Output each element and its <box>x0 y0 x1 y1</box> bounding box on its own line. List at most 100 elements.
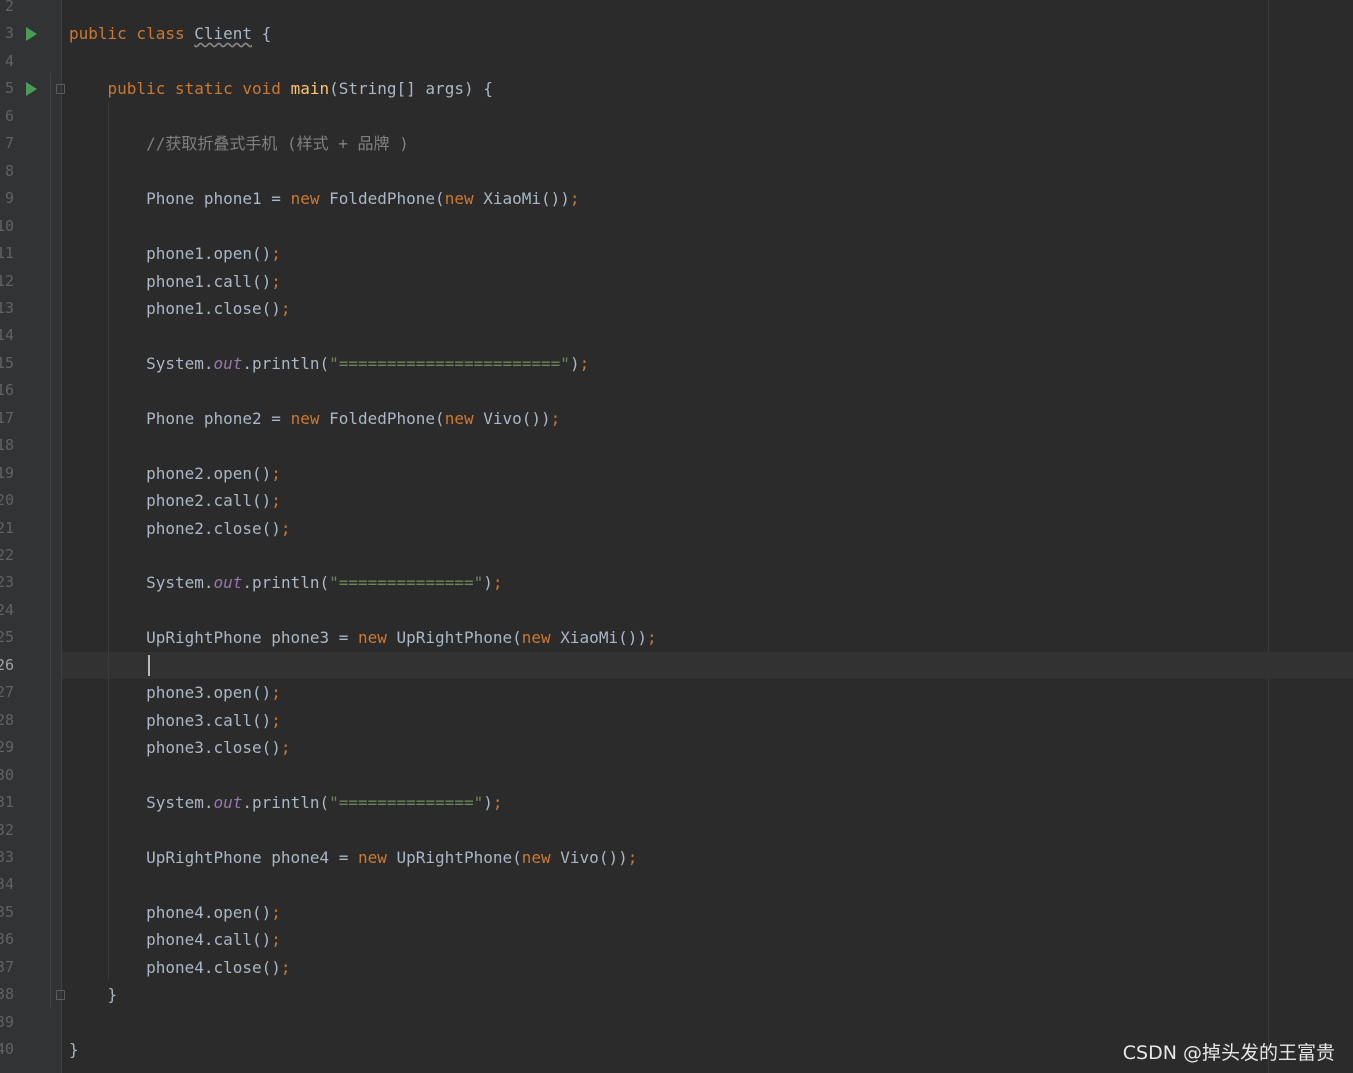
code-line[interactable]: 16 <box>0 377 1353 404</box>
code-line[interactable]: 5 public static void main(String[] args)… <box>0 75 1353 102</box>
code-text: phone2.call(); <box>69 487 281 514</box>
watermark: CSDN @掉头发的王富贵 <box>1122 1042 1335 1064</box>
code-token: UpRightPhone phone4 = <box>69 848 358 867</box>
code-token: phone2.open() <box>69 464 272 483</box>
fold-icon[interactable] <box>56 84 65 94</box>
code-line[interactable]: 37 phone4.close(); <box>0 954 1353 981</box>
code-line[interactable]: 6 <box>0 103 1353 130</box>
code-text: phone4.call(); <box>69 926 281 953</box>
code-line[interactable]: 24 <box>0 597 1353 624</box>
line-number: 7 <box>4 134 14 152</box>
code-line[interactable]: 28 phone3.call(); <box>0 707 1353 734</box>
code-token: } <box>69 985 118 1004</box>
code-line[interactable]: 30 <box>0 762 1353 789</box>
code-line[interactable]: 38 } <box>0 981 1353 1008</box>
code-line[interactable]: 19 phone2.open(); <box>0 460 1353 487</box>
line-number: 25 <box>0 628 15 646</box>
line-number: 8 <box>4 162 14 180</box>
code-token: ; <box>271 272 281 291</box>
code-token: ; <box>280 738 291 757</box>
code-line[interactable]: 22 <box>0 542 1353 569</box>
code-line[interactable]: 26 <box>0 652 1353 679</box>
code-text: System.out.println("=============="); <box>69 789 503 816</box>
code-line[interactable]: 31 System.out.println("=============="); <box>0 789 1353 816</box>
code-token: ; <box>550 409 561 428</box>
code-line[interactable]: 35 phone4.open(); <box>0 899 1353 926</box>
code-token: Phone phone1 = <box>69 189 291 208</box>
code-token: ; <box>280 958 291 977</box>
line-number: 30 <box>0 766 15 784</box>
code-line[interactable]: 13 phone1.close(); <box>0 295 1353 322</box>
line-number: 9 <box>4 189 14 207</box>
line-number: 3 <box>4 24 14 42</box>
code-line[interactable]: 21 phone2.close(); <box>0 515 1353 542</box>
line-number: 16 <box>0 381 15 399</box>
code-line[interactable]: 32 <box>0 817 1353 844</box>
code-line[interactable]: 14 <box>0 322 1353 349</box>
fold-icon[interactable] <box>56 990 65 1000</box>
code-line[interactable]: 20 phone2.call(); <box>0 487 1353 514</box>
code-token: phone4.open() <box>69 903 272 922</box>
code-token: phone3.call() <box>69 711 272 730</box>
line-number: 32 <box>0 821 15 839</box>
line-number: 20 <box>0 491 15 509</box>
code-line[interactable]: 36 phone4.call(); <box>0 926 1353 953</box>
line-number: 13 <box>0 299 15 317</box>
code-token: ; <box>492 793 503 812</box>
code-line[interactable]: 23 System.out.println("=============="); <box>0 569 1353 596</box>
run-icon[interactable] <box>26 27 37 41</box>
code-text: phone1.close(); <box>69 295 291 322</box>
code-line[interactable]: 10 <box>0 213 1353 240</box>
code-token: out <box>213 354 243 373</box>
code-token: new <box>290 189 330 208</box>
code-token: UpRightPhone phone3 = <box>69 628 358 647</box>
code-text: Phone phone1 = new FoldedPhone(new XiaoM… <box>69 185 580 212</box>
line-number: 17 <box>0 409 15 427</box>
code-token: new <box>444 189 484 208</box>
code-line[interactable]: 9 Phone phone1 = new FoldedPhone(new Xia… <box>0 185 1353 212</box>
code-line[interactable]: 2 <box>0 0 1353 20</box>
code-line[interactable]: 15 System.out.println("=================… <box>0 350 1353 377</box>
code-token: XiaoMi()) <box>560 628 647 647</box>
code-token: phone4.call() <box>69 930 272 949</box>
code-token: ) <box>569 354 580 373</box>
code-line[interactable]: 4 <box>0 48 1353 75</box>
code-text: } <box>69 981 118 1008</box>
line-number: 22 <box>0 546 15 564</box>
code-line[interactable]: 3 public class Client { <box>0 20 1353 47</box>
code-token: phone2.close() <box>69 519 281 538</box>
run-icon[interactable] <box>26 82 37 96</box>
code-text: phone3.call(); <box>69 707 281 734</box>
line-number: 31 <box>0 793 15 811</box>
code-text: phone4.open(); <box>69 899 281 926</box>
code-line[interactable]: 18 <box>0 432 1353 459</box>
code-token: "=======================" <box>329 354 570 373</box>
code-line[interactable]: 33 UpRightPhone phone4 = new UpRightPhon… <box>0 844 1353 871</box>
code-line[interactable]: 27 phone3.open(); <box>0 679 1353 706</box>
code-token: UpRightPhone( <box>396 848 522 867</box>
code-token: ; <box>492 573 503 592</box>
code-text: phone2.open(); <box>69 460 281 487</box>
line-number: 26 <box>0 656 15 674</box>
code-token: "==============" <box>329 573 484 592</box>
line-number: 12 <box>0 272 15 290</box>
code-line[interactable]: 17 Phone phone2 = new FoldedPhone(new Vi… <box>0 405 1353 432</box>
code-line[interactable]: 11 phone1.open(); <box>0 240 1353 267</box>
code-token: new <box>444 409 484 428</box>
code-token: public static void <box>107 79 291 98</box>
code-token: new <box>521 848 561 867</box>
code-line[interactable]: 25 UpRightPhone phone3 = new UpRightPhon… <box>0 624 1353 651</box>
code-line[interactable]: 8 <box>0 158 1353 185</box>
code-token: public class <box>69 24 195 43</box>
code-line[interactable]: 7 //获取折叠式手机 (样式 + 品牌 ) <box>0 130 1353 157</box>
code-text: UpRightPhone phone3 = new UpRightPhone(n… <box>69 624 657 651</box>
code-line[interactable]: 29 phone3.close(); <box>0 734 1353 761</box>
line-number: 10 <box>0 217 15 235</box>
code-token: FoldedPhone( <box>329 189 445 208</box>
line-number: 4 <box>4 52 14 70</box>
line-number: 23 <box>0 573 15 591</box>
code-line[interactable]: 34 <box>0 871 1353 898</box>
code-line[interactable]: 12 phone1.call(); <box>0 268 1353 295</box>
code-line[interactable]: 39 <box>0 1009 1353 1036</box>
